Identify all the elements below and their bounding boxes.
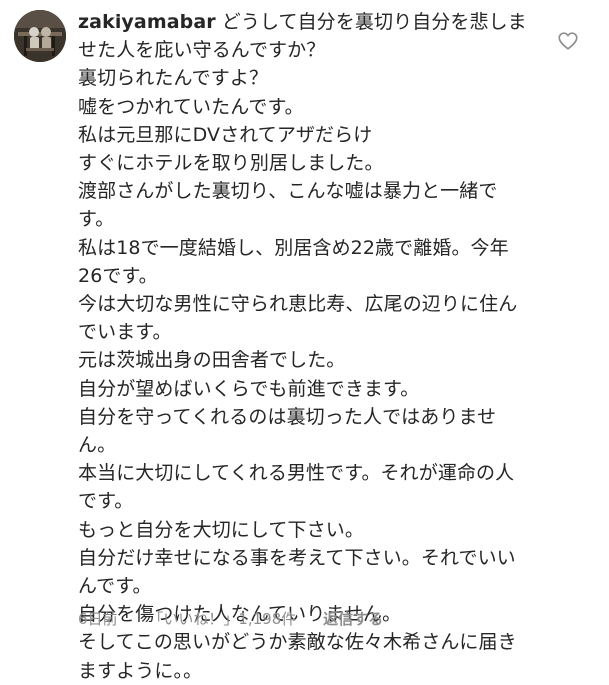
comment-line: ますように。。 — [78, 659, 203, 682]
comment-line: す。 — [78, 208, 115, 231]
likes-count[interactable]: 「いいね！」1,198件 — [148, 610, 296, 628]
comment-line: 渡部さんがした裏切り、こんな嘘は暴力と一緒で — [78, 180, 498, 203]
reply-button[interactable]: 返信する — [323, 610, 383, 628]
heart-outline-icon — [558, 32, 578, 50]
like-comment-button[interactable] — [557, 30, 579, 52]
comment-line: 裏切られたんですよ？ — [78, 67, 269, 90]
comment-line: 26です。 — [78, 264, 158, 287]
comment-line: 私は18で一度結婚し、別居含め22歳で離婚。今年 — [78, 236, 509, 259]
comment-line: 本当に大切にしてくれる男性です。それが運命の人 — [78, 462, 515, 485]
comment-line: 今は大切な男性に守られ恵比寿、広尾の辺りに住ん — [78, 293, 518, 316]
comment-line: 自分が望めばいくらでも前進できます。 — [78, 377, 420, 400]
comment-body: zakiyamabar どうして自分を裏切り自分を悲しま せた人を庇い守るんですか… — [78, 8, 556, 685]
comment-line: すぐにホテルを取り別居しました。 — [78, 152, 384, 175]
comment-line: もっと自分を大切にして下さい。 — [78, 518, 364, 541]
timestamp[interactable]: 6日前 — [78, 610, 118, 628]
comment-line: 自分だけ幸せになる事を考えて下さい。それでいい — [78, 546, 516, 569]
comment-line: 元は茨城出身の田舎者でした。 — [78, 349, 346, 372]
comment-meta: 6日前 「いいね！」1,198件 返信する — [78, 608, 409, 629]
comment-line: 自分を守ってくれるのは裏切った人ではありませ — [78, 405, 497, 428]
comment-line: そしてこの思いがどうか素敵な佐々木希さんに届き — [78, 631, 517, 654]
comment-line: 嘘をつかれていたんです。 — [78, 95, 304, 118]
comment-line: でいます。 — [78, 321, 172, 344]
username-link[interactable]: zakiyamabar — [78, 11, 216, 33]
comment-line: んです。 — [78, 575, 152, 598]
comment: zakiyamabar どうして自分を裏切り自分を悲しま せた人を庇い守るんですか… — [0, 0, 609, 682]
comment-line: どうして自分を裏切り自分を悲しま — [221, 11, 527, 33]
comment-line: です。 — [78, 490, 134, 513]
comment-line: ん。 — [78, 434, 117, 457]
comment-first-line: zakiyamabar どうして自分を裏切り自分を悲しま — [78, 8, 556, 36]
comment-line: せた人を庇い守るんですか？ — [78, 39, 326, 62]
avatar[interactable] — [14, 10, 66, 62]
comment-line: 私は元旦那にDVされてアザだらけ — [78, 123, 373, 146]
